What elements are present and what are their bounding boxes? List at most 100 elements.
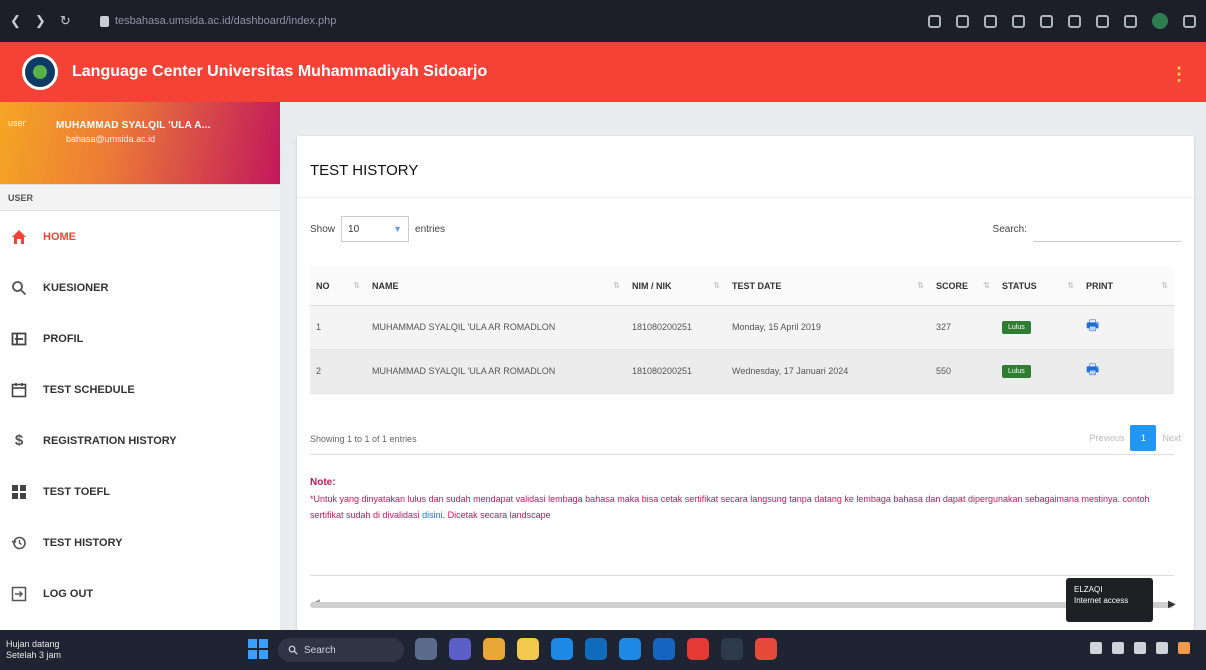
page-1-button[interactable]: 1: [1130, 425, 1157, 451]
user-name[interactable]: MUHAMMAD SYALQIL 'ULA A...: [56, 120, 211, 131]
search-input[interactable]: [1033, 216, 1181, 242]
sidebar-item-test-toefl[interactable]: TEST TOEFL: [0, 466, 280, 517]
test-history-card: TEST HISTORY Show 10 ▼ entries Search: N…: [297, 136, 1194, 630]
menu-icon[interactable]: [1124, 14, 1137, 28]
print-icon[interactable]: 🖶: [1086, 359, 1099, 383]
cell-nim: 181080200251: [626, 305, 726, 350]
browser-toolbar: ❮ ❯ ↻ tesbahasa.umsida.ac.id/dashboard/i…: [0, 0, 1206, 42]
entries-length-select[interactable]: 10 ▼: [341, 216, 410, 242]
cell-nim: 181080200251: [626, 349, 726, 394]
opera-icon[interactable]: [687, 638, 709, 660]
taskbar-search[interactable]: Search: [278, 638, 404, 662]
note-tail: . Dicetak secara landscape: [442, 510, 551, 520]
print-icon[interactable]: 🖶: [1086, 315, 1099, 339]
brave-icon[interactable]: [755, 638, 777, 660]
page-title: TEST HISTORY: [297, 136, 1194, 198]
logout-icon: [10, 585, 28, 603]
note-section: Note: *Untuk yang dinyatakan lulus dan s…: [310, 454, 1174, 523]
taskbar-apps: [415, 638, 777, 660]
university-logo: [22, 54, 58, 90]
file-explorer-icon[interactable]: [517, 638, 539, 660]
teams-icon[interactable]: [449, 638, 471, 660]
url-text[interactable]: tesbahasa.umsida.ac.id/dashboard/index.p…: [115, 15, 336, 27]
cell-name: MUHAMMAD SYALQIL 'ULA AR ROMADLON: [366, 349, 626, 394]
show-label: Show: [310, 223, 336, 235]
notification-icon[interactable]: [1178, 642, 1190, 654]
reload-icon[interactable]: ↻: [60, 13, 71, 29]
chevron-up-icon[interactable]: [1090, 642, 1102, 654]
mail-icon[interactable]: [619, 638, 641, 660]
search-icon: [288, 645, 298, 655]
sidebar-item-label: HOME: [43, 230, 76, 243]
sidebar-item-registration-history[interactable]: $ REGISTRATION HISTORY: [0, 415, 280, 466]
column-header-test-date[interactable]: TEST DATE ⇅: [726, 267, 930, 306]
sidebar-item-label: TEST HISTORY: [43, 536, 123, 549]
column-header-name[interactable]: NAME ⇅: [366, 267, 626, 306]
address-bar[interactable]: tesbahasa.umsida.ac.id/dashboard/index.p…: [100, 15, 336, 27]
tooltip-subtitle: Internet access: [1074, 596, 1129, 605]
column-header-status[interactable]: STATUS ⇅: [996, 267, 1080, 306]
chrome-icon[interactable]: [483, 638, 505, 660]
sidebar-item-label: LOG OUT: [43, 587, 94, 600]
word-icon[interactable]: [653, 638, 675, 660]
edge-icon[interactable]: [551, 638, 573, 660]
column-header-print[interactable]: PRINT ⇅: [1080, 267, 1174, 306]
column-label: SCORE: [936, 280, 969, 291]
forward-icon[interactable]: ❯: [35, 13, 46, 29]
test-history-table: NO ⇅ NAME ⇅ NIM / NIK ⇅ TEST DATE ⇅ SCORE ⇅ S…: [310, 267, 1174, 394]
play-icon[interactable]: [1012, 14, 1025, 28]
sidebar-item-log-out[interactable]: LOG OUT: [0, 568, 280, 619]
divider: [310, 575, 1174, 576]
search-label: Search:: [992, 223, 1027, 235]
sidebar: user MUHAMMAD SYALQIL 'ULA A... bahasa@u…: [0, 102, 280, 630]
column-header-nim[interactable]: NIM / NIK ⇅: [626, 267, 726, 306]
volume-icon[interactable]: [1134, 642, 1146, 654]
next-button[interactable]: Next: [1162, 433, 1181, 443]
battery-icon[interactable]: [1156, 642, 1168, 654]
sort-icon: ⇅: [1161, 280, 1168, 290]
column-label: NAME: [372, 280, 399, 291]
lock-icon: [100, 15, 109, 27]
start-icon[interactable]: [248, 639, 268, 659]
sidebar-item-kuesioner[interactable]: KUESIONER: [0, 262, 280, 313]
note-link[interactable]: disini: [422, 510, 443, 520]
task-view-icon[interactable]: [415, 638, 437, 660]
shield-icon[interactable]: [1040, 14, 1053, 28]
user-info: user MUHAMMAD SYALQIL 'ULA A... bahasa@u…: [0, 102, 280, 184]
sort-icon: ⇅: [917, 280, 924, 290]
column-header-score[interactable]: SCORE ⇅: [930, 267, 996, 306]
scroll-right-icon[interactable]: ▶: [1168, 599, 1176, 610]
network-icon[interactable]: [1112, 642, 1124, 654]
extension-icon[interactable]: [984, 14, 997, 28]
screenshot-icon[interactable]: [956, 14, 969, 28]
horizontal-scrollbar[interactable]: [310, 602, 1174, 608]
table-info: Showing 1 to 1 of 1 entries: [310, 434, 417, 444]
cell-no: 1: [310, 305, 366, 350]
column-label: TEST DATE: [732, 280, 782, 291]
previous-button[interactable]: Previous: [1089, 433, 1124, 443]
sidebar-item-test-schedule[interactable]: TEST SCHEDULE: [0, 364, 280, 415]
sort-icon: ⇅: [353, 280, 360, 290]
profile-avatar-icon[interactable]: [1152, 13, 1168, 29]
pagination: Previous 1 Next: [1089, 425, 1181, 451]
reader-icon[interactable]: [928, 14, 941, 28]
download-icon[interactable]: [1068, 14, 1081, 28]
cell-test-date: Monday, 15 April 2019: [726, 305, 930, 350]
sort-icon: ⇅: [613, 280, 620, 290]
weather-widget[interactable]: Hujan datang Setelah 3 jam: [0, 639, 90, 661]
terminal-icon[interactable]: [721, 638, 743, 660]
grid-icon: [10, 483, 28, 501]
sidebar-item-profil[interactable]: PROFIL: [0, 313, 280, 364]
note-text: *Untuk yang dinyatakan lulus dan sudah m…: [310, 491, 1174, 523]
entries-length-value: 10: [348, 223, 360, 235]
tooltip-title: ELZAQI: [1074, 585, 1103, 594]
settings-icon[interactable]: [1183, 14, 1196, 28]
kebab-menu-icon[interactable]: ⋮: [1170, 64, 1188, 85]
back-icon[interactable]: ❮: [10, 13, 21, 29]
sidebar-item-test-history[interactable]: TEST HISTORY: [0, 517, 280, 568]
column-header-no[interactable]: NO ⇅: [310, 267, 366, 306]
sidebar-item-home[interactable]: HOME: [0, 211, 280, 262]
sidebar-toggle-icon[interactable]: [1096, 14, 1109, 28]
chevron-down-icon: ▼: [393, 224, 403, 234]
store-icon[interactable]: [585, 638, 607, 660]
